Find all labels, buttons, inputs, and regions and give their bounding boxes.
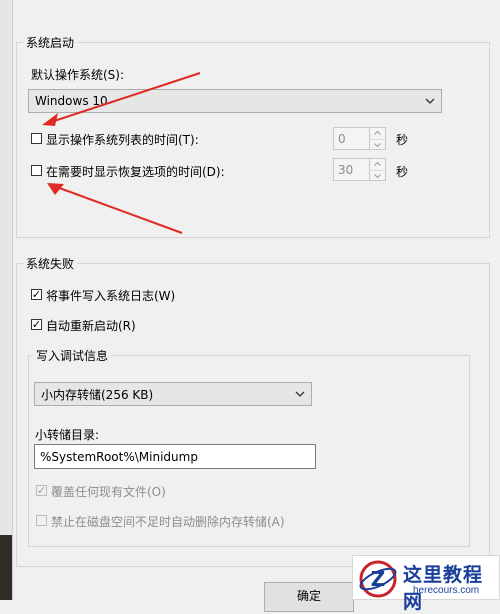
auto-restart-checkbox[interactable]: ✓: [31, 319, 42, 330]
watermark-subtitle: herecours.com: [413, 585, 480, 596]
failure-group-label: 系统失败: [23, 255, 78, 272]
arrow-annotation-icon: [47, 183, 183, 234]
ok-button[interactable]: 确定: [264, 582, 354, 612]
dump-dir-label: 小转储目录:: [35, 428, 100, 442]
disable-auto-delete-label: 禁止在磁盘空间不足时自动删除内存转储(A): [51, 515, 285, 529]
chevron-down-icon: [295, 391, 305, 397]
dump-type-value: 小内存转储(256 KB): [41, 387, 154, 402]
annotation-arrows: [42, 72, 201, 234]
checkmark-icon: ✓: [31, 287, 42, 301]
watermark-logo-icon: Z: [359, 560, 397, 598]
write-event-label: 将事件写入系统日志(W): [46, 289, 176, 303]
dump-dir-value: %SystemRoot%\Minidump: [40, 449, 198, 464]
checkmark-icon: ✓: [36, 483, 47, 497]
dump-type-select[interactable]: 小内存转储(256 KB): [34, 382, 312, 406]
overwrite-checkbox[interactable]: ✓: [36, 485, 47, 496]
auto-restart-label: 自动重新启动(R): [46, 319, 136, 333]
ok-button-label: 确定: [296, 589, 321, 603]
dump-dir-input[interactable]: %SystemRoot%\Minidump: [34, 444, 316, 469]
debug-group-label: 写入调试信息: [33, 347, 112, 364]
watermark-logo-letter: Z: [371, 567, 386, 591]
arrow-annotation-icon: [42, 72, 201, 126]
background-window-edge-dark: [0, 535, 12, 600]
disable-auto-delete-checkbox[interactable]: [36, 515, 47, 526]
overwrite-label: 覆盖任何现有文件(O): [51, 485, 166, 499]
watermark-badge: Z 这里教程网 herecours.com: [352, 555, 500, 613]
checkmark-icon: ✓: [31, 317, 42, 331]
write-event-checkbox[interactable]: ✓: [31, 289, 42, 300]
